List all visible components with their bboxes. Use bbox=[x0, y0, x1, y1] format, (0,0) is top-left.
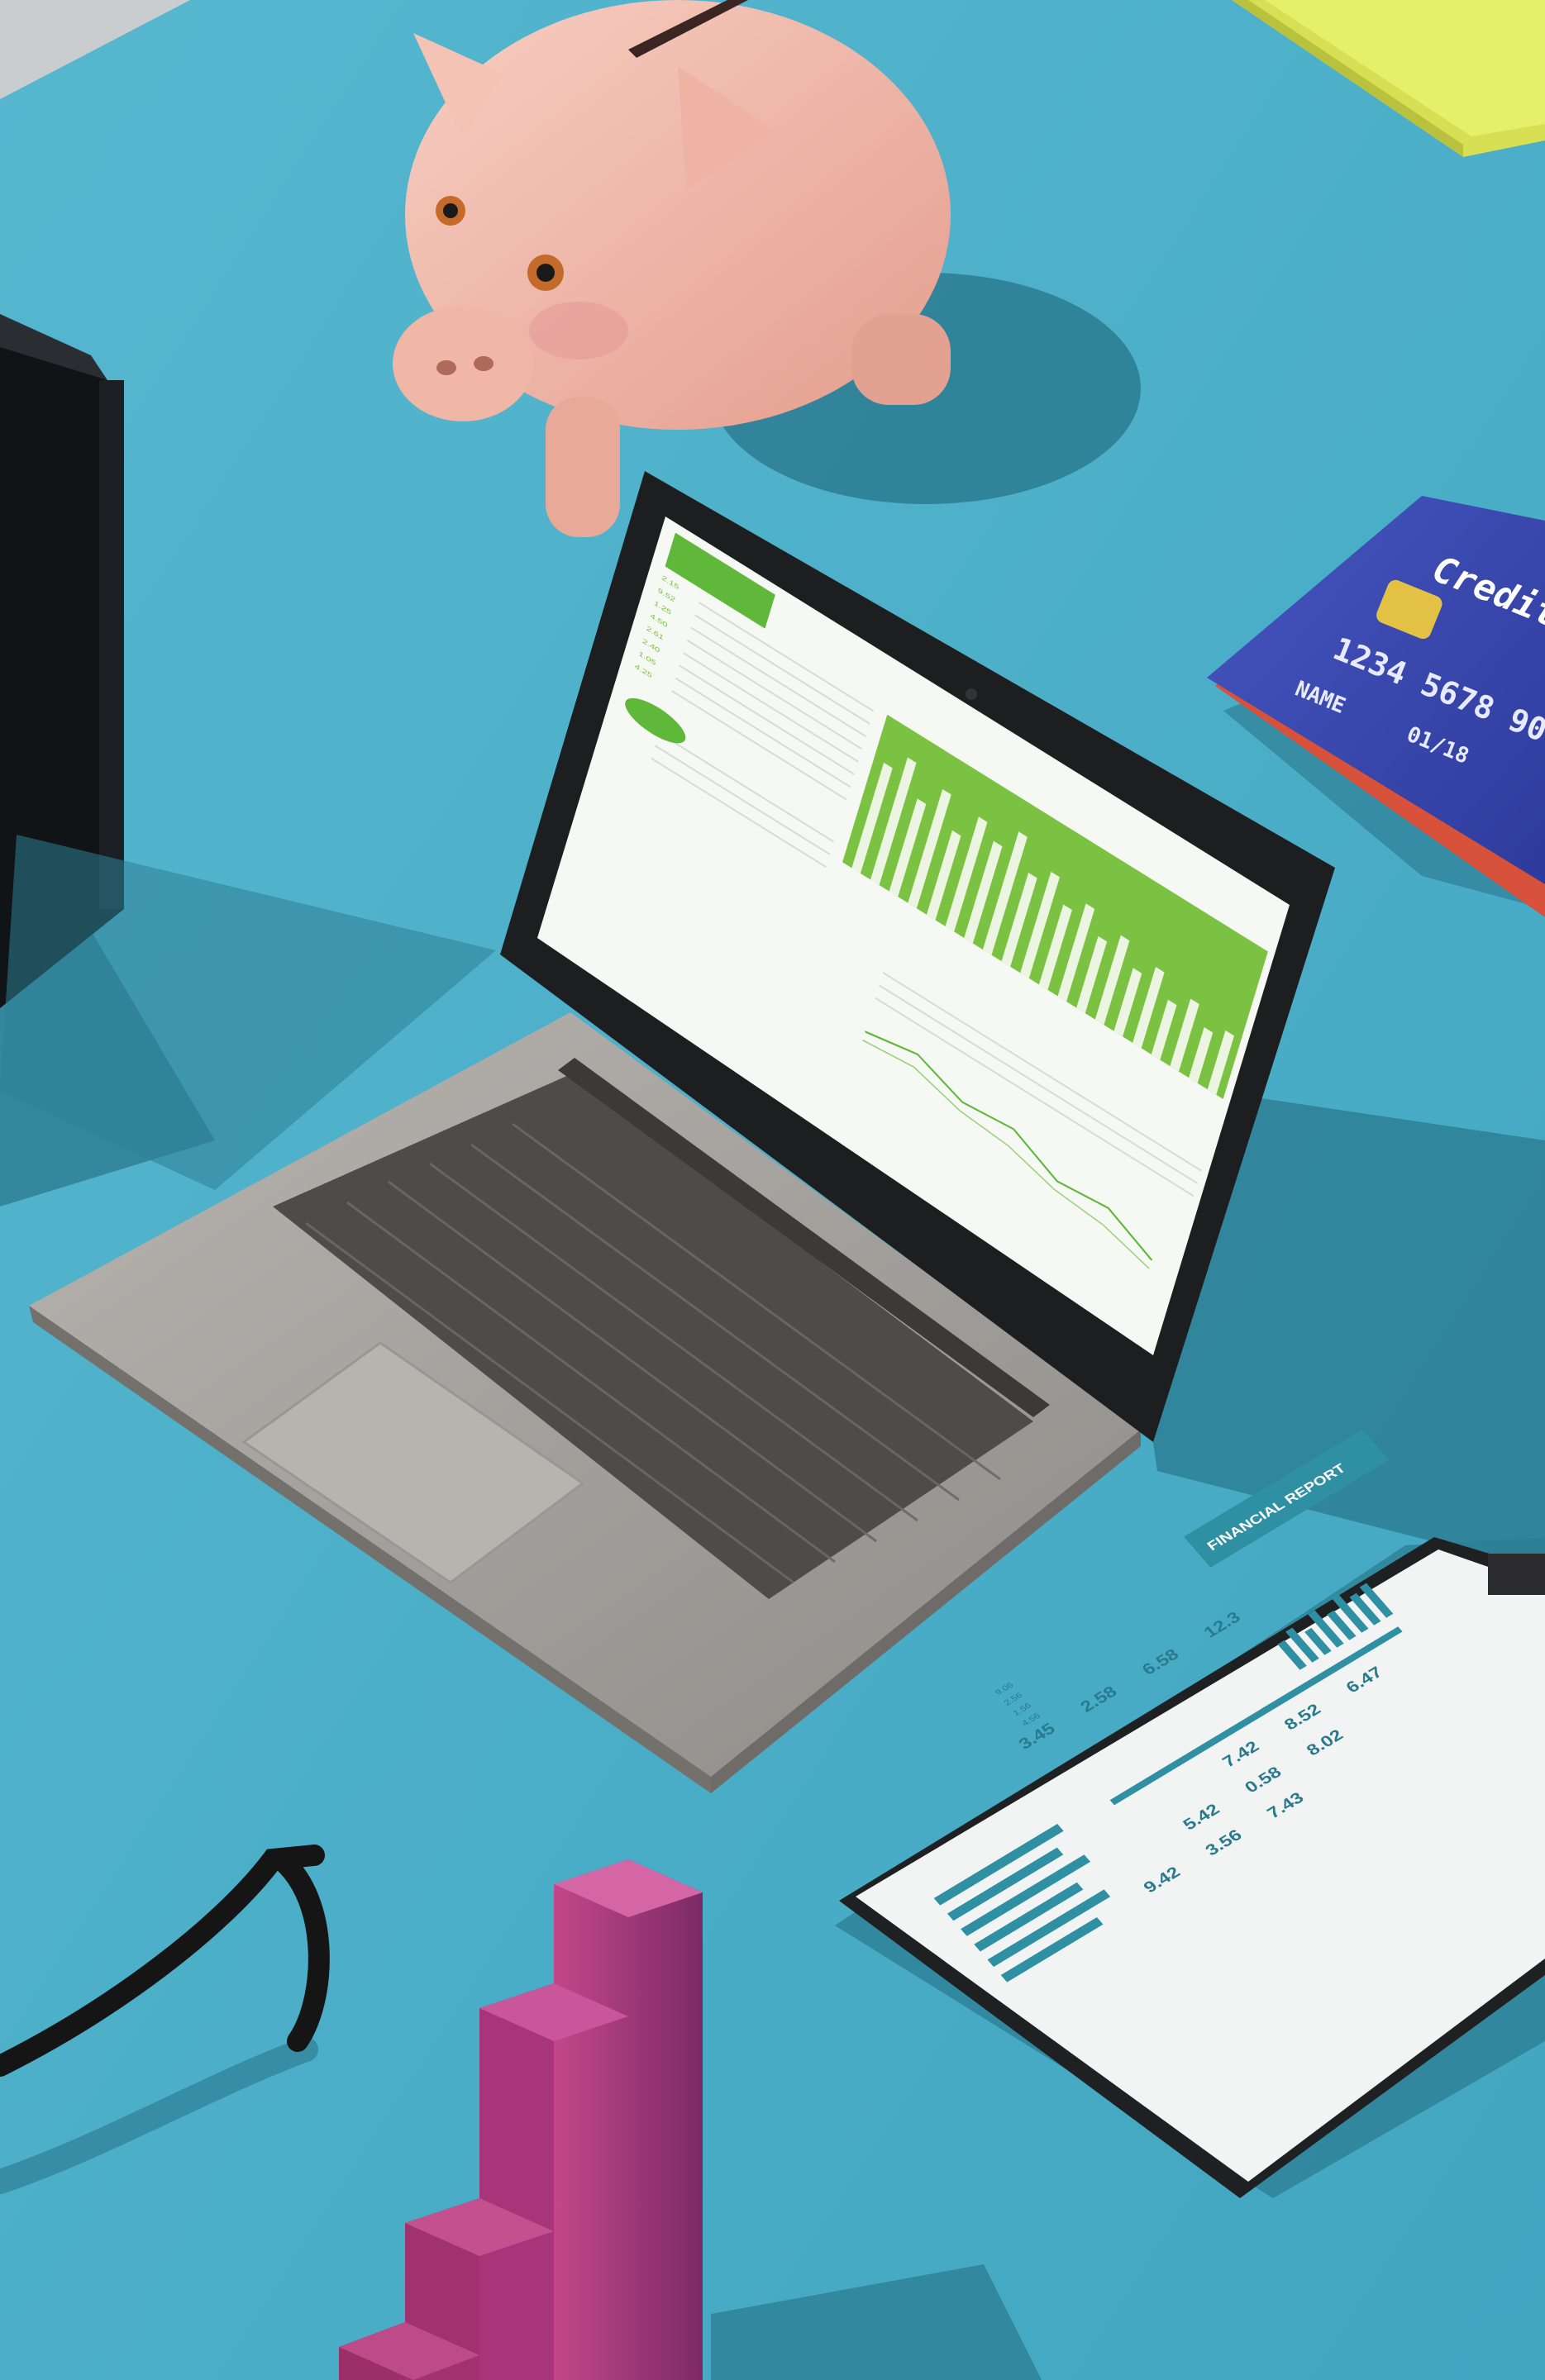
clip bbox=[1488, 1554, 1545, 1595]
webcam bbox=[966, 688, 977, 700]
scene-photo: Credit C 1234 5678 90 NAME 01/18 bbox=[0, 0, 1545, 2380]
